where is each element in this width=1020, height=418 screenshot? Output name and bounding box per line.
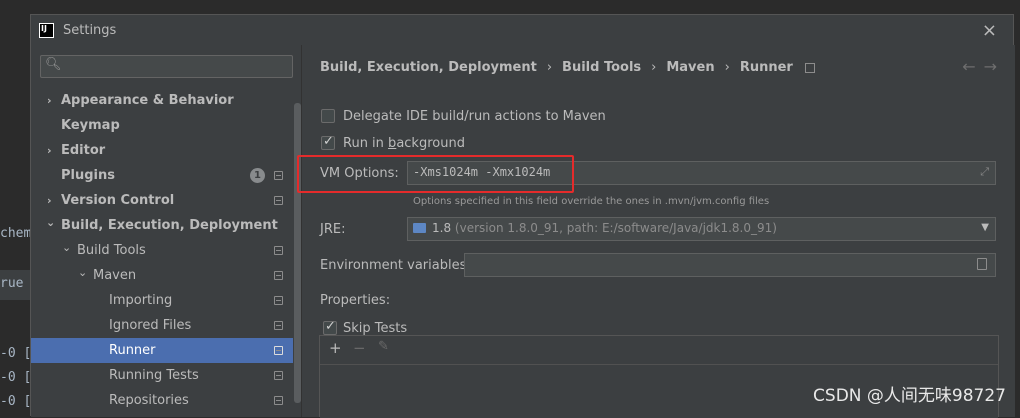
project-scope-icon bbox=[805, 63, 815, 73]
folder-icon bbox=[413, 223, 426, 233]
properties-label: Properties: bbox=[320, 293, 390, 308]
background-text: chem bbox=[0, 226, 31, 241]
navigation-arrows: ←→ bbox=[962, 57, 1005, 76]
breadcrumb: Build, Execution, Deployment › Build Too… bbox=[320, 60, 815, 75]
project-scope-icon bbox=[274, 371, 283, 380]
project-scope-icon bbox=[274, 271, 283, 280]
tree-item-label: Keymap bbox=[61, 113, 120, 138]
intellij-app-icon: IJ bbox=[39, 23, 54, 38]
breadcrumb-separator: › bbox=[725, 60, 730, 75]
title-bar[interactable]: IJ Settings × bbox=[31, 15, 1013, 45]
tree-item-label: Repositories bbox=[109, 388, 189, 413]
project-scope-icon bbox=[274, 321, 283, 330]
tree-item-label: Build Tools bbox=[77, 238, 146, 263]
environment-variables-field[interactable] bbox=[464, 253, 996, 277]
project-scope-icon bbox=[274, 346, 283, 355]
settings-dialog: IJ Settings × 🔍︎ › Appearance & Behavior… bbox=[30, 14, 1014, 416]
highlight-annotation bbox=[297, 155, 574, 193]
remove-icon[interactable]: − bbox=[353, 339, 366, 357]
runner-settings-panel: Build, Execution, Deployment › Build Too… bbox=[301, 45, 1015, 417]
tree-item-appearance-behavior[interactable]: › Appearance & Behavior bbox=[31, 88, 293, 113]
project-scope-icon bbox=[274, 246, 283, 255]
tree-item-keymap[interactable]: Keymap bbox=[31, 113, 293, 138]
tree-item-label: Running Tests bbox=[109, 363, 199, 388]
settings-tree: › Appearance & Behavior Keymap › Editor … bbox=[31, 88, 293, 413]
breadcrumb-item[interactable]: Build, Execution, Deployment bbox=[320, 60, 537, 75]
search-input[interactable]: 🔍︎ bbox=[40, 55, 293, 78]
jre-label: JRE: bbox=[320, 222, 345, 237]
tree-item-label: Build, Execution, Deployment bbox=[61, 213, 278, 238]
run-in-background-checkbox[interactable] bbox=[321, 136, 335, 150]
tree-item-label: Runner bbox=[109, 338, 156, 363]
project-scope-icon bbox=[274, 396, 283, 405]
tree-item-version-control[interactable]: › Version Control bbox=[31, 188, 293, 213]
dropdown-arrow-icon[interactable]: ▼ bbox=[981, 222, 989, 233]
environment-variables-label: Environment variables: bbox=[320, 258, 471, 273]
background-text: rue bbox=[0, 276, 23, 291]
update-count-badge: 1 bbox=[250, 168, 265, 183]
close-icon[interactable]: × bbox=[982, 20, 997, 41]
chevron-right-icon[interactable]: › bbox=[47, 138, 52, 163]
tree-item-label: Appearance & Behavior bbox=[61, 88, 234, 113]
sidebar-scrollbar[interactable] bbox=[293, 88, 301, 417]
skip-tests-checkbox[interactable] bbox=[323, 321, 337, 335]
scrollbar-thumb[interactable] bbox=[294, 103, 301, 403]
tree-item-importing[interactable]: Importing bbox=[31, 288, 293, 313]
tree-item-build-tools[interactable]: ⌄ Build Tools bbox=[31, 238, 293, 263]
project-scope-icon bbox=[274, 171, 283, 180]
breadcrumb-item[interactable]: Build Tools bbox=[562, 60, 641, 75]
edit-icon[interactable]: ✎ bbox=[378, 339, 389, 354]
jre-select[interactable]: 1.8 (version 1.8.0_91, path: E:/software… bbox=[407, 217, 996, 241]
skip-tests-label[interactable]: Skip Tests bbox=[343, 321, 407, 336]
tree-item-maven[interactable]: ⌄ Maven bbox=[31, 263, 293, 288]
search-icon: 🔍︎ bbox=[45, 57, 62, 72]
tree-item-label: Editor bbox=[61, 138, 105, 163]
window-title: Settings bbox=[63, 23, 116, 38]
csdn-watermark: CSDN @人间无味98727 bbox=[813, 381, 1006, 406]
chevron-down-icon[interactable]: ⌄ bbox=[46, 210, 55, 235]
breadcrumb-separator: › bbox=[547, 60, 552, 75]
add-icon[interactable]: + bbox=[329, 339, 342, 357]
chevron-down-icon[interactable]: ⌄ bbox=[78, 260, 87, 285]
breadcrumb-separator: › bbox=[651, 60, 656, 75]
project-scope-icon bbox=[274, 196, 283, 205]
delegate-checkbox[interactable] bbox=[321, 109, 335, 123]
tree-item-label: Plugins bbox=[61, 163, 115, 188]
forward-arrow-icon[interactable]: → bbox=[984, 57, 1005, 76]
tree-item-label: Importing bbox=[109, 288, 172, 313]
tree-item-runner[interactable]: Runner bbox=[31, 338, 293, 363]
tree-item-label: Version Control bbox=[61, 188, 174, 213]
expand-icon[interactable]: ⤢ bbox=[980, 165, 989, 179]
back-arrow-icon[interactable]: ← bbox=[962, 57, 983, 76]
browse-icon[interactable] bbox=[977, 258, 987, 270]
tree-item-label: Maven bbox=[93, 263, 136, 288]
delegate-label[interactable]: Delegate IDE build/run actions to Maven bbox=[343, 109, 606, 124]
tree-item-running-tests[interactable]: Running Tests bbox=[31, 363, 293, 388]
tree-item-editor[interactable]: › Editor bbox=[31, 138, 293, 163]
breadcrumb-item: Runner bbox=[740, 60, 793, 75]
vm-options-hint: Options specified in this field override… bbox=[413, 196, 769, 207]
breadcrumb-item[interactable]: Maven bbox=[666, 60, 714, 75]
jre-selected-value: 1.8 (version 1.8.0_91, path: E:/software… bbox=[432, 221, 777, 235]
tree-item-label: Ignored Files bbox=[109, 313, 191, 338]
tree-item-repositories[interactable]: Repositories bbox=[31, 388, 293, 413]
settings-sidebar: 🔍︎ › Appearance & Behavior Keymap › Edit… bbox=[31, 45, 301, 417]
chevron-down-icon[interactable]: ⌄ bbox=[62, 235, 71, 260]
chevron-right-icon[interactable]: › bbox=[47, 88, 52, 113]
tree-item-ignored-files[interactable]: Ignored Files bbox=[31, 313, 293, 338]
run-in-background-label[interactable]: Run in background bbox=[343, 136, 465, 151]
tree-item-plugins[interactable]: Plugins 1 bbox=[31, 163, 293, 188]
project-scope-icon bbox=[274, 296, 283, 305]
